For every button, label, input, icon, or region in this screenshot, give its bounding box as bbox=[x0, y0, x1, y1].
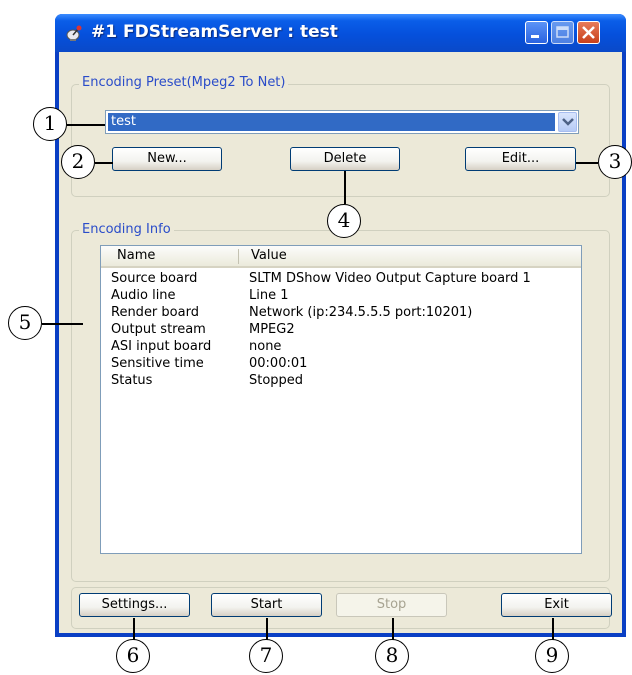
callout-4-leader bbox=[344, 171, 346, 204]
column-divider[interactable] bbox=[238, 249, 239, 264]
row-value: Network (ip:234.5.5.5 port:10201) bbox=[249, 305, 473, 320]
delete-preset-button[interactable]: Delete bbox=[290, 147, 400, 171]
row-value: Line 1 bbox=[249, 288, 289, 303]
callout-5: 5 bbox=[8, 306, 42, 340]
row-value: none bbox=[249, 339, 282, 354]
minimize-button[interactable] bbox=[525, 21, 548, 44]
stop-button: Stop bbox=[336, 593, 447, 617]
callout-5-leader bbox=[42, 323, 83, 325]
window-title: #1 FDStreamServer : test bbox=[91, 22, 338, 42]
row-value: 00:00:01 bbox=[249, 356, 308, 371]
settings-button[interactable]: Settings... bbox=[79, 593, 190, 617]
close-button[interactable] bbox=[577, 21, 600, 44]
close-icon bbox=[582, 26, 595, 39]
list-row[interactable]: Sensitive time 00:00:01 bbox=[101, 355, 581, 372]
callout-3-leader bbox=[576, 162, 598, 164]
callout-2: 2 bbox=[61, 145, 95, 179]
callout-8: 8 bbox=[375, 639, 409, 673]
row-name: Sensitive time bbox=[111, 356, 204, 371]
preset-selected-value: test bbox=[108, 113, 555, 131]
list-row[interactable]: Render board Network (ip:234.5.5.5 port:… bbox=[101, 304, 581, 321]
column-header-name[interactable]: Name bbox=[117, 248, 155, 263]
maximize-icon bbox=[556, 26, 569, 38]
row-name: Status bbox=[111, 373, 153, 388]
row-name: Render board bbox=[111, 305, 199, 320]
row-name: ASI input board bbox=[111, 339, 212, 354]
list-row[interactable]: ASI input board none bbox=[101, 338, 581, 355]
edit-preset-button[interactable]: Edit... bbox=[465, 147, 576, 171]
info-group-legend: Encoding Info bbox=[79, 222, 174, 237]
encoding-info-list[interactable]: Name Value Source board SLTM DShow Video… bbox=[100, 245, 582, 554]
list-row[interactable]: Status Stopped bbox=[101, 372, 581, 389]
app-window: #1 FDStreamServer : test Encoding Preset… bbox=[55, 14, 626, 637]
row-name: Source board bbox=[111, 271, 198, 286]
title-bar[interactable]: #1 FDStreamServer : test bbox=[55, 14, 626, 52]
row-value: SLTM DShow Video Output Capture board 1 bbox=[249, 271, 531, 286]
preset-group-box bbox=[71, 84, 610, 197]
satellite-dish-icon bbox=[65, 24, 85, 42]
row-name: Output stream bbox=[111, 322, 206, 337]
client-area: Encoding Preset(Mpeg2 To Net) test New..… bbox=[59, 52, 622, 633]
chevron-down-icon bbox=[562, 118, 574, 126]
list-row[interactable]: Output stream MPEG2 bbox=[101, 321, 581, 338]
list-header: Name Value bbox=[101, 246, 581, 268]
callout-1: 1 bbox=[33, 107, 67, 141]
callout-9: 9 bbox=[535, 639, 569, 673]
callout-6: 6 bbox=[116, 639, 150, 673]
start-button[interactable]: Start bbox=[211, 593, 322, 617]
dropdown-arrow-button[interactable] bbox=[558, 112, 577, 132]
callout-2-leader bbox=[95, 162, 113, 164]
callout-4: 4 bbox=[327, 204, 361, 238]
new-preset-button[interactable]: New... bbox=[112, 147, 222, 171]
list-row[interactable]: Audio line Line 1 bbox=[101, 287, 581, 304]
exit-button[interactable]: Exit bbox=[501, 593, 612, 617]
row-name: Audio line bbox=[111, 288, 176, 303]
callout-1-leader bbox=[67, 124, 105, 126]
row-value: MPEG2 bbox=[249, 322, 295, 337]
preset-group-legend: Encoding Preset(Mpeg2 To Net) bbox=[79, 75, 289, 90]
row-value: Stopped bbox=[249, 373, 304, 388]
minimize-icon bbox=[531, 35, 539, 38]
preset-combobox[interactable]: test bbox=[105, 110, 579, 134]
list-row[interactable]: Source board SLTM DShow Video Output Cap… bbox=[101, 270, 581, 287]
column-header-value[interactable]: Value bbox=[251, 248, 287, 263]
callout-7: 7 bbox=[249, 639, 283, 673]
maximize-button[interactable] bbox=[551, 21, 574, 44]
callout-3: 3 bbox=[598, 145, 632, 179]
